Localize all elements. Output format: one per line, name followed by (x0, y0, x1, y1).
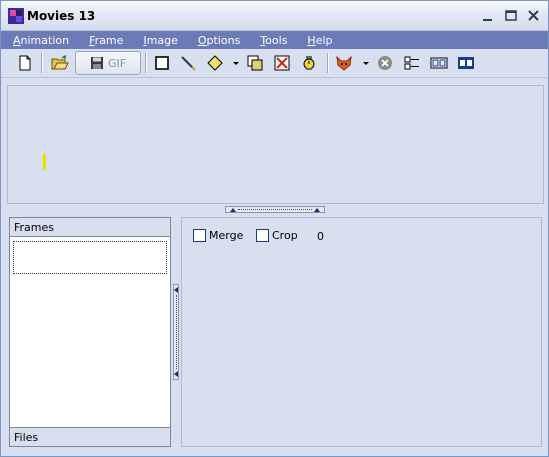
frame-properties-panel: Merge Crop 0 (181, 217, 542, 447)
menu-help[interactable]: Help (305, 34, 334, 47)
chevron-down-icon[interactable] (363, 62, 369, 65)
film-strip-icon (430, 57, 448, 69)
vertical-splitter[interactable] (173, 284, 179, 380)
menu-label: ptions (206, 33, 241, 47)
menu-image[interactable]: Image (141, 34, 179, 47)
save-gif-icon (91, 57, 103, 69)
splitter-grip (176, 295, 177, 369)
menu-label: nimation (20, 33, 70, 47)
splitter-grip (238, 209, 312, 210)
frame-cursor (43, 154, 46, 170)
film-strip-blue-icon (458, 57, 474, 69)
menu-label: rame (94, 33, 124, 47)
maximize-button[interactable] (502, 7, 520, 25)
crop-label: Crop (272, 229, 298, 242)
duplicate-frame-icon (247, 55, 263, 71)
open-icon (51, 55, 69, 70)
horizontal-splitter[interactable] (225, 206, 325, 213)
splitter-arrow-icon (230, 208, 236, 212)
toolbar-separator (327, 53, 329, 73)
diamond-tool[interactable] (205, 53, 225, 73)
menu-frame[interactable]: Frame (87, 34, 125, 47)
open-button[interactable] (50, 53, 70, 73)
menu-options[interactable]: Options (196, 34, 242, 47)
pencil-icon (181, 56, 196, 71)
app-window: Movies 13 Animation Frame Image Options … (0, 0, 549, 457)
merge-checkbox[interactable] (193, 229, 206, 242)
stop-button[interactable] (375, 53, 395, 73)
title-bar[interactable]: Movies 13 (1, 1, 548, 31)
minimize-button[interactable] (479, 7, 497, 25)
menu-bar: Animation Frame Image Options Tools Help (1, 31, 548, 49)
splitter-arrow-icon (314, 208, 320, 212)
app-icon (7, 7, 25, 25)
gif-label: GIF (108, 56, 127, 70)
save-gif-button[interactable]: GIF (75, 51, 141, 75)
window-title: Movies 13 (27, 9, 96, 23)
delete-frame-icon (274, 55, 290, 71)
delete-frame-button[interactable] (272, 53, 292, 73)
files-header[interactable]: Files (10, 427, 170, 446)
fox-button[interactable] (334, 53, 354, 73)
toolbar-separator (145, 53, 147, 73)
timer-button[interactable] (299, 53, 319, 73)
merge-label: Merge (209, 229, 244, 242)
crop-option[interactable]: Crop (256, 229, 298, 242)
toolbar-separator (41, 53, 43, 73)
merge-option[interactable]: Merge (193, 229, 243, 242)
diamond-icon (207, 55, 223, 71)
fox-icon (336, 55, 352, 71)
stop-icon (378, 56, 392, 70)
close-button[interactable] (525, 7, 543, 25)
frame-count: 0 (317, 230, 324, 243)
frame-thumbnail[interactable] (13, 241, 167, 274)
crop-checkbox[interactable] (256, 229, 269, 242)
menu-accel: O (197, 33, 207, 47)
frames-panel: Frames Files (9, 217, 171, 447)
pencil-tool[interactable] (178, 53, 198, 73)
rectangle-icon (155, 56, 169, 70)
new-icon (19, 55, 31, 71)
chevron-down-icon[interactable] (233, 62, 239, 65)
menu-label: ools (265, 33, 288, 47)
menu-label: elp (315, 33, 333, 47)
animation-preview[interactable] (7, 85, 544, 204)
frames-header[interactable]: Frames (10, 218, 170, 237)
menu-tools[interactable]: Tools (258, 34, 289, 47)
new-button[interactable] (15, 53, 35, 73)
rectangle-tool[interactable] (152, 53, 172, 73)
align-frames-button[interactable] (402, 53, 422, 73)
splitter-arrow-icon (174, 287, 178, 293)
toolbar: GIF (1, 49, 548, 78)
film-strip-blue-button[interactable] (456, 53, 476, 73)
menu-accel: A (13, 33, 21, 47)
menu-accel: H (307, 33, 316, 47)
duplicate-frame-button[interactable] (245, 53, 265, 73)
align-frames-icon (404, 56, 419, 70)
timer-icon (303, 56, 315, 70)
menu-label: mage (146, 33, 178, 47)
menu-animation[interactable]: Animation (11, 34, 71, 47)
film-strip-button[interactable] (429, 53, 449, 73)
splitter-arrow-icon (174, 371, 178, 377)
